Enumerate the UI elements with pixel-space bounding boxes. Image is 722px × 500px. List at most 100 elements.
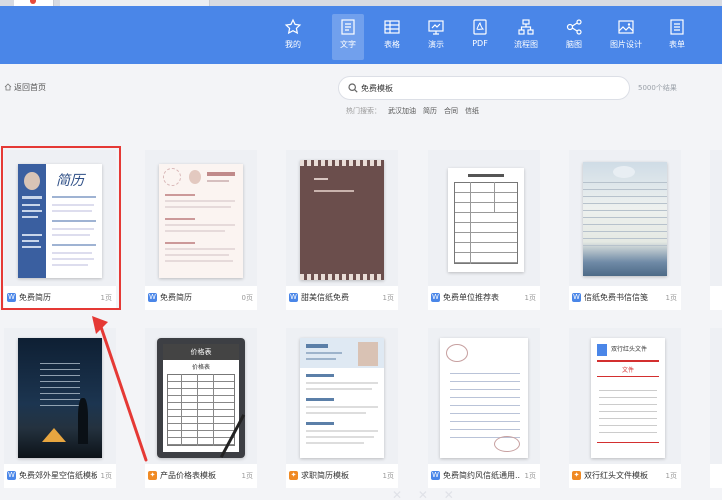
template-title: 免费郊外星空信纸模板	[19, 471, 97, 480]
document-icon: W	[7, 293, 16, 302]
hot-tag[interactable]: 合同	[444, 107, 458, 115]
template-thumbnail: 双行红头文件 文件	[569, 328, 681, 464]
nav-item-mindmap[interactable]: 脑图	[558, 14, 590, 60]
nav-item-presentation[interactable]: 演示	[420, 14, 452, 60]
template-pages: 1页	[100, 294, 112, 302]
presentation-icon	[427, 18, 445, 36]
template-thumbnail	[428, 150, 540, 286]
table-icon	[383, 18, 401, 36]
template-card[interactable]: W 免费郊外星空信纸模板 1页	[4, 328, 116, 488]
nav-item-mine[interactable]: 我的	[277, 14, 309, 60]
nav-item-label: 流程图	[514, 40, 538, 49]
template-card[interactable]: W 甜美信纸免费 1页	[286, 150, 398, 310]
template-thumbnail	[428, 328, 540, 464]
back-home-label: 返回首页	[14, 83, 46, 92]
nav-item-label: 图片设计	[610, 40, 642, 49]
document-icon: W	[7, 471, 16, 480]
hot-tag[interactable]: 武汉加油	[388, 107, 416, 115]
back-home-link[interactable]: 返回首页	[4, 82, 46, 93]
resume-heading: 简历	[56, 173, 84, 189]
template-thumbnail	[4, 328, 116, 464]
template-card-footer: W 免费简历 1页	[4, 290, 116, 306]
nav-item-label: 脑图	[566, 40, 582, 49]
document-icon: W	[431, 293, 440, 302]
form-page	[448, 168, 524, 272]
app-logo-icon	[30, 0, 36, 4]
red-doc-sub: 文件	[621, 367, 634, 374]
document-icon: W	[148, 293, 157, 302]
template-card-footer: W 免费郊外星空信纸模板 1页	[4, 468, 116, 484]
letter-paper	[583, 162, 667, 276]
template-card[interactable]: ✦ 求职简历模板 1页	[286, 328, 398, 488]
template-title: 产品价格表模板	[160, 471, 216, 480]
template-card[interactable]: 双行红头文件 文件 ✦ 双行红头文件模板 1页	[569, 328, 681, 488]
nav-item-label: 表单	[669, 40, 685, 49]
template-title: 信纸免费书信信笺	[584, 293, 648, 302]
template-thumbnail	[286, 328, 398, 464]
document-icon: W	[289, 293, 298, 302]
template-pages: 1页	[100, 472, 112, 480]
hot-search-bar: 热门搜索： 武汉加油 简历 合同 信纸	[346, 106, 479, 116]
template-card[interactable]: W 免费简历 0页	[145, 150, 257, 310]
letter-paper	[300, 160, 384, 280]
template-thumbnail: 价格表 价格表	[145, 328, 257, 464]
template-card[interactable]: 简历 W 免费简历 1页	[4, 150, 116, 310]
document-icon: W	[572, 293, 581, 302]
bottom-decoration: ✕ ✕ ✕	[392, 488, 460, 500]
price-table-subtitle: 价格表	[191, 364, 210, 371]
nav-item-label: PDF	[472, 39, 488, 48]
template-card[interactable]	[710, 328, 722, 488]
template-thumbnail	[145, 150, 257, 286]
nav-item-pdf[interactable]: PDF	[464, 14, 496, 60]
template-pages: 1页	[524, 294, 536, 302]
nav-item-image-design[interactable]: 图片设计	[610, 14, 642, 60]
nav-item-label: 我的	[285, 40, 301, 49]
template-card[interactable]	[710, 150, 722, 310]
template-title: 免费简约风信纸通用...	[443, 471, 521, 480]
image-design-icon	[617, 18, 635, 36]
form-icon	[668, 18, 686, 36]
template-card-footer: ✦ 产品价格表模板 1页	[145, 468, 257, 484]
template-title: 甜美信纸免费	[301, 293, 349, 302]
home-icon	[4, 83, 12, 91]
price-table-title: 价格表	[163, 344, 239, 360]
template-card[interactable]: W 免费简约风信纸通用... 1页	[428, 328, 540, 488]
top-nav-bar: 我的 文字 表格 演示 PDF 流程图 脑图 图片设计 表单	[0, 6, 722, 64]
template-thumbnail	[710, 150, 722, 286]
nav-item-form[interactable]: 表单	[661, 14, 693, 60]
hot-tag[interactable]: 信纸	[465, 107, 479, 115]
search-box[interactable]	[338, 76, 630, 100]
resume-page	[159, 164, 243, 278]
search-input[interactable]	[361, 80, 611, 96]
template-card-footer: W 免费简约风信纸通用... 1页	[428, 468, 540, 484]
template-thumbnail	[569, 150, 681, 286]
template-thumbnail	[286, 150, 398, 286]
template-pages: 1页	[524, 472, 536, 480]
template-card[interactable]: W 免费单位推荐表 1页	[428, 150, 540, 310]
template-card-footer: ✦ 求职简历模板 1页	[286, 468, 398, 484]
premium-icon: ✦	[289, 471, 298, 480]
nav-item-flowchart[interactable]: 流程图	[510, 14, 542, 60]
template-card-footer: ✦ 双行红头文件模板 1页	[569, 468, 681, 484]
template-pages: 1页	[665, 294, 677, 302]
red-doc-title: 双行红头文件	[611, 346, 648, 353]
template-card[interactable]: 价格表 价格表 ✦ 产品价格表模板 1页	[145, 328, 257, 488]
template-card[interactable]: W 信纸免费书信信笺 1页	[569, 150, 681, 310]
document-icon: W	[431, 471, 440, 480]
letter-paper	[18, 338, 102, 458]
template-pages: 1页	[382, 472, 394, 480]
template-card-footer: W 甜美信纸免费 1页	[286, 290, 398, 306]
hot-tag[interactable]: 简历	[423, 107, 437, 115]
template-pages: 0页	[241, 294, 253, 302]
template-card-footer: W 免费单位推荐表 1页	[428, 290, 540, 306]
template-card-footer: W 信纸免费书信信笺 1页	[569, 290, 681, 306]
hot-search-label: 热门搜索：	[346, 107, 381, 115]
resume-page	[300, 338, 384, 458]
nav-item-text[interactable]: 文字	[332, 14, 364, 60]
template-pages: 1页	[241, 472, 253, 480]
template-title: 免费单位推荐表	[443, 293, 499, 302]
template-title: 双行红头文件模板	[584, 471, 648, 480]
nav-item-table[interactable]: 表格	[376, 14, 408, 60]
document-icon	[339, 18, 357, 36]
template-pages: 1页	[665, 472, 677, 480]
